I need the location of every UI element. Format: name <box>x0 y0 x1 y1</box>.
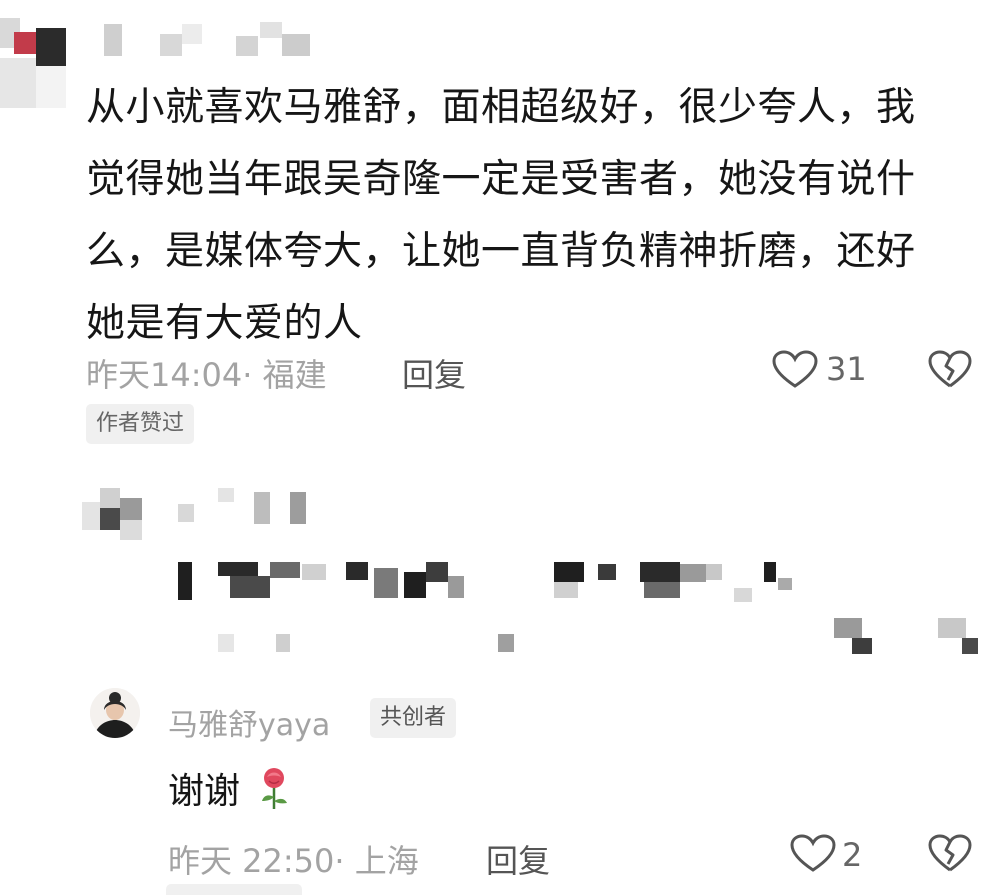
reply-location: · 上海 <box>334 842 419 880</box>
author-avatar[interactable] <box>90 688 140 738</box>
author-liked-tag-cropped <box>166 884 302 895</box>
heart-icon[interactable] <box>790 834 836 874</box>
second-commenter-name-mosaic[interactable] <box>178 488 318 528</box>
comment-line: 么，是媒体夸大，让她一直背负精神折磨，还好 <box>86 229 916 274</box>
second-commenter-avatar-mosaic[interactable] <box>82 488 152 546</box>
commenter-avatar-mosaic[interactable] <box>0 18 70 108</box>
broken-heart-icon[interactable] <box>928 350 972 390</box>
heart-icon[interactable] <box>772 350 818 390</box>
reply-button[interactable]: 回复 <box>402 350 466 396</box>
comment-location: · 福建 <box>242 356 327 394</box>
comment-body: 从小就喜欢马雅舒，面相超级好，很少夸人，我 觉得她当年跟吴奇隆一定是受害者，她没… <box>86 72 966 360</box>
reply-text: 谢谢 <box>168 771 241 812</box>
like-count: 31 <box>826 350 867 388</box>
broken-heart-icon[interactable] <box>928 834 972 874</box>
co-creator-badge: 共创者 <box>370 698 457 738</box>
like-count: 2 <box>842 836 863 874</box>
commenter-name-mosaic[interactable] <box>100 20 315 60</box>
second-comment-mosaic <box>178 558 978 658</box>
comment-line: 从小就喜欢马雅舒，面相超级好，很少夸人，我 <box>86 85 916 130</box>
reply-button[interactable]: 回复 <box>486 836 550 882</box>
comment-line: 觉得她当年跟吴奇隆一定是受害者，她没有说什 <box>86 157 916 202</box>
reply-meta: 昨天 22:50· 上海 <box>168 836 419 882</box>
author-liked-tag: 作者赞过 <box>86 404 195 444</box>
reply-body: 谢谢 <box>168 762 291 820</box>
comment-meta: 昨天14:04· 福建 <box>86 350 327 396</box>
comment-time: 昨天14:04 <box>86 356 243 394</box>
author-name[interactable]: 马雅舒yaya <box>168 700 330 744</box>
reply-time: 昨天 22:50 <box>168 842 335 880</box>
rose-icon <box>257 767 291 820</box>
